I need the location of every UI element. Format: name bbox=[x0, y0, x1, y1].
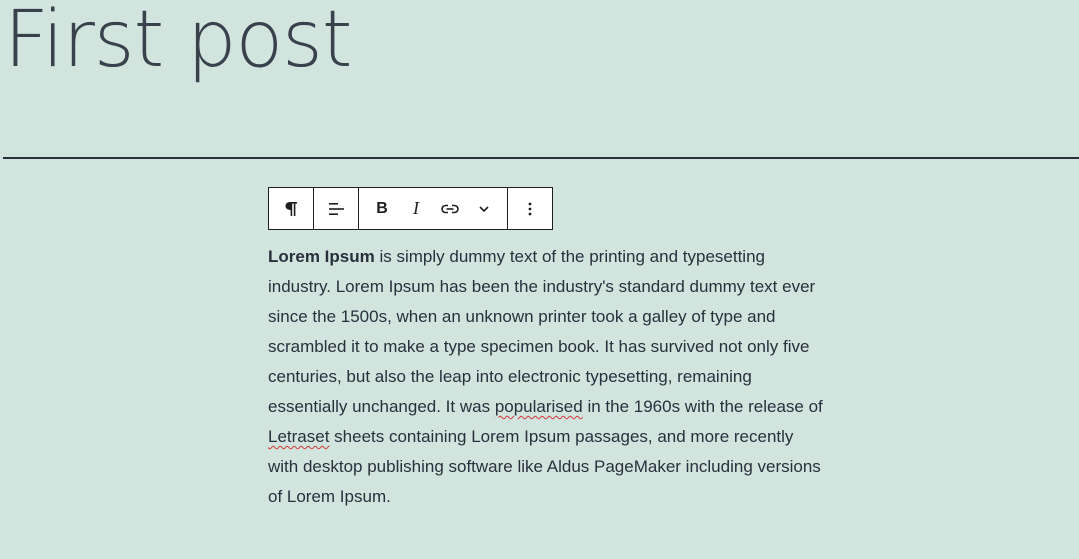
block-type-group bbox=[269, 188, 314, 229]
more-formatting-button[interactable] bbox=[467, 188, 501, 229]
link-button[interactable] bbox=[433, 188, 467, 229]
paragraph-icon bbox=[285, 201, 297, 216]
paragraph-bold-lead: Lorem Ipsum bbox=[268, 247, 375, 266]
paragraph-button[interactable] bbox=[269, 188, 313, 229]
paragraph-text-3: sheets containing Lorem Ipsum passages, … bbox=[268, 427, 821, 506]
align-left-icon bbox=[329, 202, 344, 215]
align-button[interactable] bbox=[314, 188, 358, 229]
paragraph-text-1: is simply dummy text of the printing and… bbox=[268, 247, 816, 416]
formatting-group: B I bbox=[359, 188, 508, 229]
options-group bbox=[508, 188, 552, 229]
block-toolbar: B I bbox=[268, 187, 553, 230]
bold-label: B bbox=[376, 199, 388, 217]
paragraph-text-2: in the 1960s with the release of bbox=[582, 397, 823, 416]
chevron-down-icon bbox=[479, 205, 489, 212]
bold-button[interactable]: B bbox=[365, 188, 399, 229]
alignment-group bbox=[314, 188, 359, 229]
paragraph-block[interactable]: Lorem Ipsum is simply dummy text of the … bbox=[268, 242, 828, 512]
link-icon bbox=[441, 204, 459, 213]
italic-label: I bbox=[413, 198, 419, 218]
misspelled-word[interactable]: Letraset bbox=[268, 427, 329, 446]
italic-button[interactable]: I bbox=[399, 188, 433, 229]
more-vertical-icon bbox=[528, 202, 532, 215]
misspelled-word[interactable]: popularised bbox=[495, 397, 583, 416]
options-button[interactable] bbox=[508, 188, 552, 229]
post-title[interactable]: First post bbox=[4, 0, 352, 88]
title-separator bbox=[3, 157, 1079, 159]
